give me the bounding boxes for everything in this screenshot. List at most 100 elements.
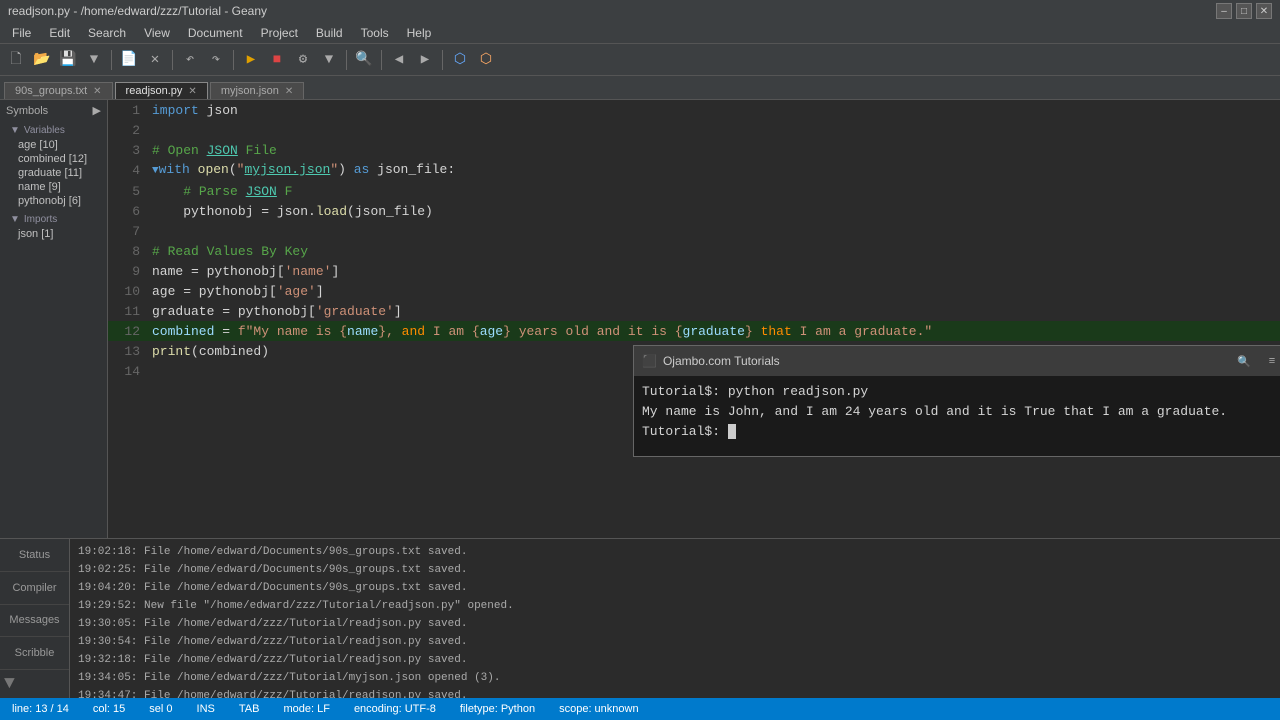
sidebar-toggle-icon[interactable]: ▶	[93, 104, 101, 117]
sidebar-item-graduate[interactable]: graduate [11]	[4, 166, 103, 180]
line-content-1[interactable]: import json	[148, 100, 1280, 120]
bottom-log: 19:02:18: File /home/edward/Documents/90…	[70, 539, 1280, 698]
plugin1-button[interactable]: ⬡	[448, 48, 472, 72]
line-number-11: 11	[108, 301, 148, 321]
minimize-button[interactable]: –	[1216, 3, 1232, 19]
code-line-1: 1 import json	[108, 100, 1280, 120]
sidebar-item-name[interactable]: name [9]	[4, 180, 103, 194]
line-number-1: 1	[108, 100, 148, 120]
terminal-menu-button[interactable]: ≡	[1260, 349, 1280, 373]
line-number-10: 10	[108, 281, 148, 301]
build-button[interactable]: ⚙	[291, 48, 315, 72]
line-number-12: 12	[108, 321, 148, 341]
separator-6	[442, 50, 443, 70]
status-col: col: 15	[89, 703, 129, 715]
line-content-12[interactable]: combined = f"My name is {name}, and I am…	[148, 321, 1280, 341]
menu-tools[interactable]: Tools	[353, 24, 397, 42]
search-button[interactable]: 🔍	[352, 48, 376, 72]
line-content-8[interactable]: # Read Values By Key	[148, 241, 1280, 261]
plugin2-button[interactable]: ⬡	[474, 48, 498, 72]
tab-readjson[interactable]: readjson.py ✕	[115, 82, 208, 99]
redo-button[interactable]: ↷	[204, 48, 228, 72]
sidebar-item-json[interactable]: json [1]	[4, 227, 103, 241]
bottom-sidebar-labels: Status Compiler Messages Scribble ▼	[0, 539, 70, 698]
code-line-8: 8 # Read Values By Key	[108, 241, 1280, 261]
new-file-button[interactable]: 🗋	[4, 48, 28, 72]
back-button[interactable]: ◀	[387, 48, 411, 72]
log-entry-4: 19:29:52: New file "/home/edward/zzz/Tut…	[78, 597, 1272, 615]
line-content-2[interactable]	[148, 120, 1280, 140]
line-number-6: 6	[108, 201, 148, 221]
open-file-button[interactable]: 📂	[30, 48, 54, 72]
undo-button[interactable]: ↶	[178, 48, 202, 72]
tab-90s-groups[interactable]: 90s_groups.txt ✕	[4, 82, 113, 99]
close-tab-button[interactable]: ✕	[143, 48, 167, 72]
terminal-search-button[interactable]: 🔍	[1232, 349, 1256, 373]
line-content-3[interactable]: # Open JSON File	[148, 140, 1280, 160]
bottom-panel-toggle[interactable]: ▼	[0, 670, 69, 698]
terminal-line-2: My name is John, and I am 24 years old a…	[642, 402, 1280, 422]
line-content-9[interactable]: name = pythonobj['name']	[148, 261, 1280, 281]
separator-4	[346, 50, 347, 70]
terminal-cursor	[728, 424, 736, 439]
sidebar-item-age[interactable]: age [10]	[4, 138, 103, 152]
sidebar-title: Symbols	[6, 105, 48, 117]
save-file-button[interactable]: 💾	[56, 48, 80, 72]
sidebar-item-combined[interactable]: combined [12]	[4, 152, 103, 166]
app-title: readjson.py - /home/edward/zzz/Tutorial …	[8, 4, 267, 18]
close-tab-myjson[interactable]: ✕	[285, 86, 293, 97]
log-entry-1: 19:02:18: File /home/edward/Documents/90…	[78, 543, 1272, 561]
status-mode: mode: LF	[279, 703, 333, 715]
menu-edit[interactable]: Edit	[41, 24, 78, 42]
menu-help[interactable]: Help	[399, 24, 440, 42]
menu-search[interactable]: Search	[80, 24, 134, 42]
label-status: Status	[0, 539, 69, 572]
menu-project[interactable]: Project	[253, 24, 306, 42]
status-encoding: encoding: UTF-8	[350, 703, 440, 715]
separator-1	[111, 50, 112, 70]
toolbar: 🗋 📂 💾 ▼ 📄 ✕ ↶ ↷ ▶ ■ ⚙ ▼ 🔍 ◀ ▶ ⬡ ⬡	[0, 44, 1280, 76]
menu-document[interactable]: Document	[180, 24, 251, 42]
line-content-6[interactable]: pythonobj = json.load(json_file)	[148, 201, 1280, 221]
line-content-5[interactable]: # Parse JSON F	[148, 181, 1280, 201]
close-button[interactable]: ✕	[1256, 3, 1272, 19]
terminal-icon: ⬛	[642, 354, 657, 368]
log-entry-8: 19:34:05: File /home/edward/zzz/Tutorial…	[78, 669, 1272, 687]
close-tab-readjson[interactable]: ✕	[188, 86, 196, 97]
code-editor[interactable]: 1 import json 2 3 # Open JSON File 4 ▼wi…	[108, 100, 1280, 538]
code-line-9: 9 name = pythonobj['name']	[108, 261, 1280, 281]
code-line-10: 10 age = pythonobj['age']	[108, 281, 1280, 301]
run-settings[interactable]: ▼	[317, 48, 341, 72]
main-area: Symbols ▶ ▼ Variables age [10] combined …	[0, 100, 1280, 538]
menu-view[interactable]: View	[136, 24, 178, 42]
code-table: 1 import json 2 3 # Open JSON File 4 ▼wi…	[108, 100, 1280, 381]
menu-build[interactable]: Build	[308, 24, 351, 42]
line-number-7: 7	[108, 221, 148, 241]
terminal-line-1: Tutorial$: python readjson.py	[642, 382, 1280, 402]
code-line-7: 7	[108, 221, 1280, 241]
terminal-controls: 🔍 ≡ – □ ✕	[1232, 349, 1280, 373]
tab-myjson[interactable]: myjson.json ✕	[210, 82, 304, 99]
sidebar: Symbols ▶ ▼ Variables age [10] combined …	[0, 100, 108, 538]
maximize-button[interactable]: □	[1236, 3, 1252, 19]
log-entry-3: 19:04:20: File /home/edward/Documents/90…	[78, 579, 1272, 597]
forward-button[interactable]: ▶	[413, 48, 437, 72]
line-content-10[interactable]: age = pythonobj['age']	[148, 281, 1280, 301]
stop-button[interactable]: ■	[265, 48, 289, 72]
open-recent-button[interactable]: 📄	[117, 48, 141, 72]
label-messages: Messages	[0, 605, 69, 638]
code-line-5: 5 # Parse JSON F	[108, 181, 1280, 201]
line-content-11[interactable]: graduate = pythonobj['graduate']	[148, 301, 1280, 321]
run-button[interactable]: ▶	[239, 48, 263, 72]
code-line-3: 3 # Open JSON File	[108, 140, 1280, 160]
terminal-window[interactable]: ⬛ Ojambo.com Tutorials 🔍 ≡ – □ ✕ Tutoria…	[633, 345, 1280, 457]
close-tab-90s[interactable]: ✕	[93, 86, 101, 97]
line-content-7[interactable]	[148, 221, 1280, 241]
line-content-4[interactable]: ▼with open("myjson.json") as json_file:	[148, 160, 1280, 181]
dropdown-arrow[interactable]: ▼	[82, 48, 106, 72]
menu-file[interactable]: File	[4, 24, 39, 42]
sidebar-item-pythonobj[interactable]: pythonobj [6]	[4, 194, 103, 208]
bottom-panel: Status Compiler Messages Scribble ▼ 19:0…	[0, 538, 1280, 698]
code-line-11: 11 graduate = pythonobj['graduate']	[108, 301, 1280, 321]
menu-bar: File Edit Search View Document Project B…	[0, 22, 1280, 44]
